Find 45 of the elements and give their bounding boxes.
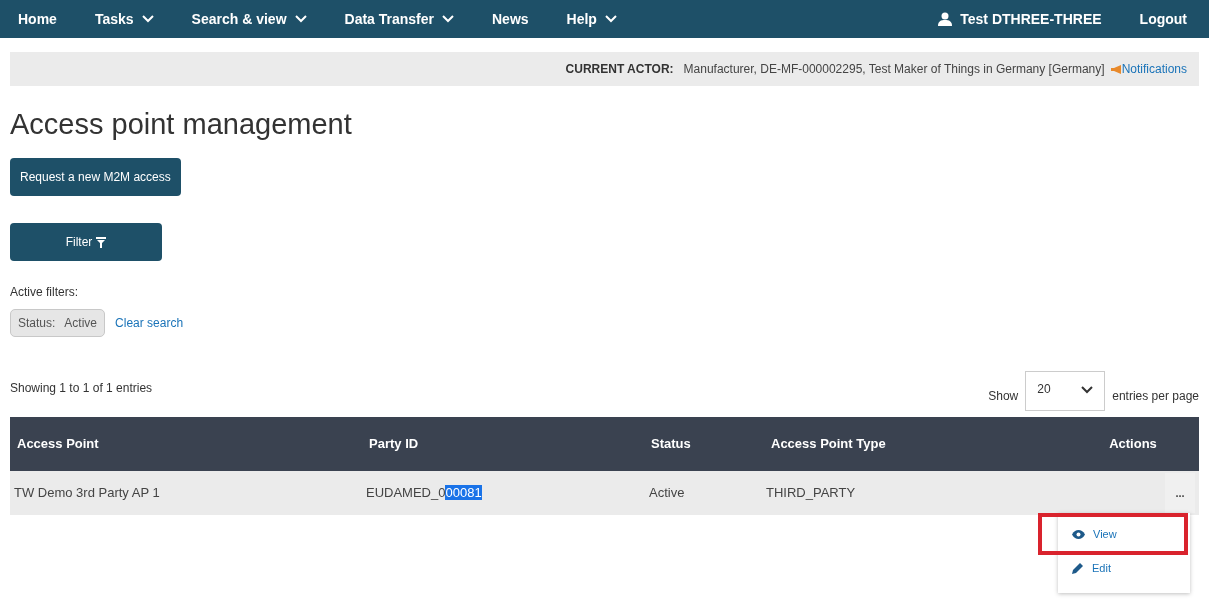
nav-menu-item[interactable]: Help	[566, 8, 617, 30]
column-header: Access Point	[16, 435, 100, 454]
column-header: Status	[650, 435, 692, 454]
entries-summary: Showing 1 to 1 of 1 entries	[10, 380, 153, 397]
nav-menu-item[interactable]: Home	[18, 8, 57, 30]
nav-menu-item[interactable]: Data Transfer	[344, 8, 454, 30]
filter-button[interactable]: Filter	[10, 223, 162, 261]
show-label: Show	[988, 388, 1019, 405]
megaphone-icon	[1109, 63, 1122, 75]
table-cell-text: Active	[648, 484, 686, 503]
nav-menu-item[interactable]: News	[492, 8, 529, 30]
logout-link[interactable]: Logout	[1139, 8, 1187, 30]
chevron-down-icon	[442, 15, 454, 23]
actor-label: CURRENT ACTOR:	[565, 61, 674, 78]
page-title: Access point management	[10, 107, 353, 142]
filter-chip-value: Active	[64, 315, 98, 332]
table-cell-text: THIRD_PARTY	[765, 484, 857, 503]
chevron-down-icon	[1081, 386, 1094, 394]
actor-value: Manufacturer, DE-MF-000002295, Test Maker of Things in Germany [Germany]	[683, 61, 1105, 78]
actions-menu-button[interactable]: ...	[1165, 473, 1195, 513]
chevron-down-icon	[294, 15, 307, 23]
user-name[interactable]: Test DTHREE-THREE	[960, 8, 1102, 30]
column-header: Access Point Type	[770, 435, 887, 454]
active-filters-label: Active filters:	[10, 284, 79, 301]
table-cell-text: EUDAMED_000081	[365, 484, 483, 503]
entries-per-page-label: entries per page	[1112, 388, 1199, 405]
filter-icon	[96, 236, 107, 248]
page-size-select[interactable]: 20	[1025, 371, 1106, 411]
request-access-button[interactable]: Request a new M2M access	[10, 158, 181, 196]
notifications-link[interactable]: Notifications	[1121, 60, 1187, 78]
table-cell-text: TW Demo 3rd Party AP 1	[13, 484, 161, 503]
filter-chip[interactable]: Status: Active	[10, 309, 106, 337]
pencil-icon	[1072, 562, 1084, 574]
column-header: Actions	[1108, 435, 1158, 454]
user-icon	[938, 12, 953, 26]
clear-search-link[interactable]: Clear search	[115, 314, 184, 332]
chevron-down-icon	[141, 15, 154, 23]
filter-chip-key: Status:	[18, 314, 56, 332]
menu-item[interactable]: View	[1042, 517, 1184, 551]
nav-menu-item[interactable]: Search & view	[191, 8, 307, 30]
chevron-down-icon	[604, 15, 617, 23]
eye-icon	[1072, 529, 1085, 539]
column-header: Party ID	[368, 435, 420, 454]
nav-menu-item[interactable]: Tasks	[94, 8, 154, 30]
menu-item[interactable]: Edit	[1058, 551, 1190, 585]
